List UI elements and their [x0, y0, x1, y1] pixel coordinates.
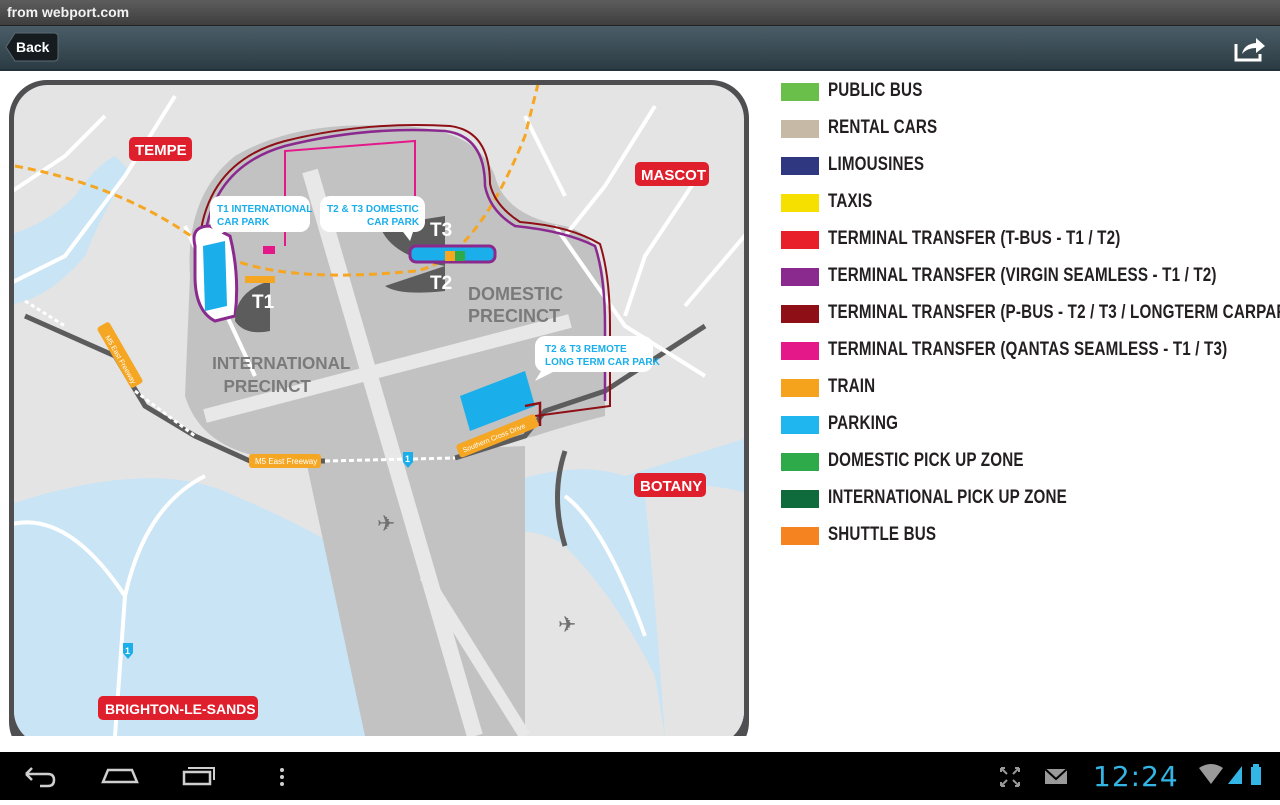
overflow-menu-icon[interactable]	[272, 752, 292, 800]
legend-label: RENTAL CARS	[828, 117, 938, 138]
t3-label: T3	[430, 220, 452, 241]
battery-icon	[1248, 752, 1264, 800]
brighton-label: BRIGHTON-LE-SANDS	[105, 701, 256, 717]
domestic-precinct-label-2: PRECINCT	[468, 306, 560, 326]
legend-swatch	[781, 379, 819, 397]
cell-signal-icon	[1226, 752, 1244, 800]
airport-map: ✈ ✈ INTERNATIONAL PRECINCT DOMESTIC PREC…	[9, 80, 749, 736]
international-precinct-label-2: PRECINCT	[224, 376, 312, 397]
plane-icon: ✈	[558, 613, 576, 638]
legend-swatch	[781, 120, 819, 138]
legend-label: INTERNATIONAL PICK UP ZONE	[828, 487, 1067, 508]
back-button-label: Back	[16, 39, 50, 55]
status-clock: 12:24	[1093, 760, 1179, 793]
share-icon[interactable]	[1232, 34, 1268, 64]
m5-label-2: M5 East Freeway	[255, 457, 317, 466]
gmail-notification-icon	[1043, 752, 1069, 800]
tempe-tag: TEMPE	[129, 137, 192, 161]
legend-label: PUBLIC BUS	[828, 80, 923, 101]
plane-icon: ✈	[377, 512, 395, 537]
international-precinct-label: INTERNATIONAL	[212, 353, 351, 374]
legend-label: TERMINAL TRANSFER (VIRGIN SEAMLESS - T1 …	[828, 265, 1217, 286]
legend-swatch	[781, 305, 819, 323]
home-icon[interactable]	[100, 752, 140, 800]
legend-label: TERMINAL TRANSFER (QANTAS SEAMLESS - T1 …	[828, 339, 1228, 360]
botany-label: BOTANY	[640, 478, 702, 495]
action-bar: Back	[0, 26, 1280, 71]
legend-swatch	[781, 83, 819, 101]
m5-freeway-sign-2: M5 East Freeway	[249, 454, 321, 468]
legend-swatch	[781, 268, 819, 286]
tempe-label: TEMPE	[135, 142, 187, 159]
brighton-tag: BRIGHTON-LE-SANDS	[98, 696, 258, 720]
legend-label: DOMESTIC PICK UP ZONE	[828, 450, 1024, 471]
route-marker-label-2: 1	[125, 646, 130, 656]
legend-swatch	[781, 416, 819, 434]
legend-label: PARKING	[828, 413, 899, 434]
legend-swatch	[781, 453, 819, 471]
remote-callout-line2: LONG TERM CAR PARK	[545, 357, 661, 368]
legend-swatch	[781, 490, 819, 508]
t1-callout-line2: CAR PARK	[217, 217, 270, 228]
legend-label: TERMINAL TRANSFER (T-BUS - T1 / T2)	[828, 228, 1121, 249]
legend-swatch	[781, 194, 819, 212]
legend-label: LIMOUSINES	[828, 154, 925, 175]
legend-swatch	[781, 527, 819, 545]
window-titlebar: from webport.com	[0, 0, 1280, 26]
system-navigation-bar: 12:24	[0, 752, 1280, 800]
wifi-icon	[1197, 752, 1225, 800]
t23-callout-line1: T2 & T3 DOMESTIC	[327, 204, 419, 215]
t23-callout-line2: CAR PARK	[367, 217, 420, 228]
back-icon[interactable]	[20, 752, 60, 800]
titlebar-text: from webport.com	[7, 4, 130, 20]
legend-swatch	[781, 157, 819, 175]
screen-fit-icon	[998, 752, 1022, 800]
remote-callout-line1: T2 & T3 REMOTE	[545, 344, 627, 355]
mascot-label: MASCOT	[641, 167, 706, 184]
legend-label: TAXIS	[828, 191, 873, 212]
legend-label: SHUTTLE BUS	[828, 524, 937, 545]
t1-callout-line1: T1 INTERNATIONAL	[217, 204, 312, 215]
legend-swatch	[781, 342, 819, 360]
legend-label: TERMINAL TRANSFER (P-BUS - T2 / T3 / LON…	[828, 302, 1280, 323]
t1-label: T1	[252, 292, 275, 313]
back-button[interactable]: Back	[5, 32, 59, 62]
domestic-precinct-label: DOMESTIC	[468, 284, 563, 304]
legend-swatch	[781, 231, 819, 249]
recent-apps-icon[interactable]	[180, 752, 220, 800]
mascot-tag: MASCOT	[635, 162, 709, 186]
t2-label: T2	[430, 273, 452, 294]
legend-label: TRAIN	[828, 376, 876, 397]
route-marker-label: 1	[405, 454, 410, 464]
botany-tag: BOTANY	[634, 473, 706, 497]
